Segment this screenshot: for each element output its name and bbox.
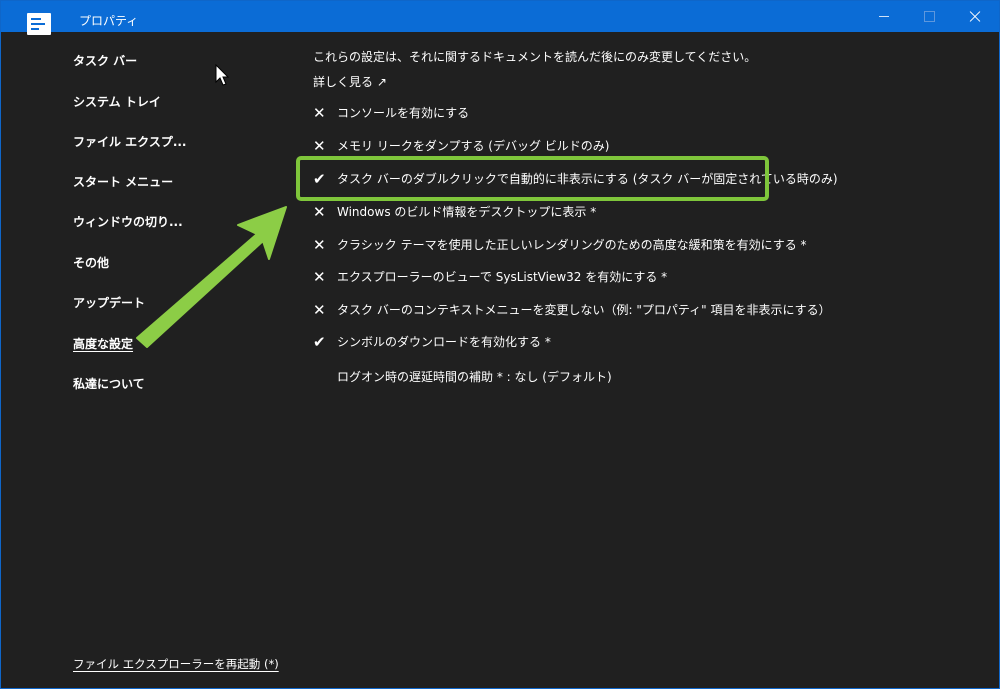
properties-window: プロパティ タスク バー システム トレイ ファイル エクスプ... スタート … — [0, 0, 1000, 689]
annotation-arrow-icon — [136, 206, 287, 348]
mouse-cursor-icon — [215, 64, 230, 86]
